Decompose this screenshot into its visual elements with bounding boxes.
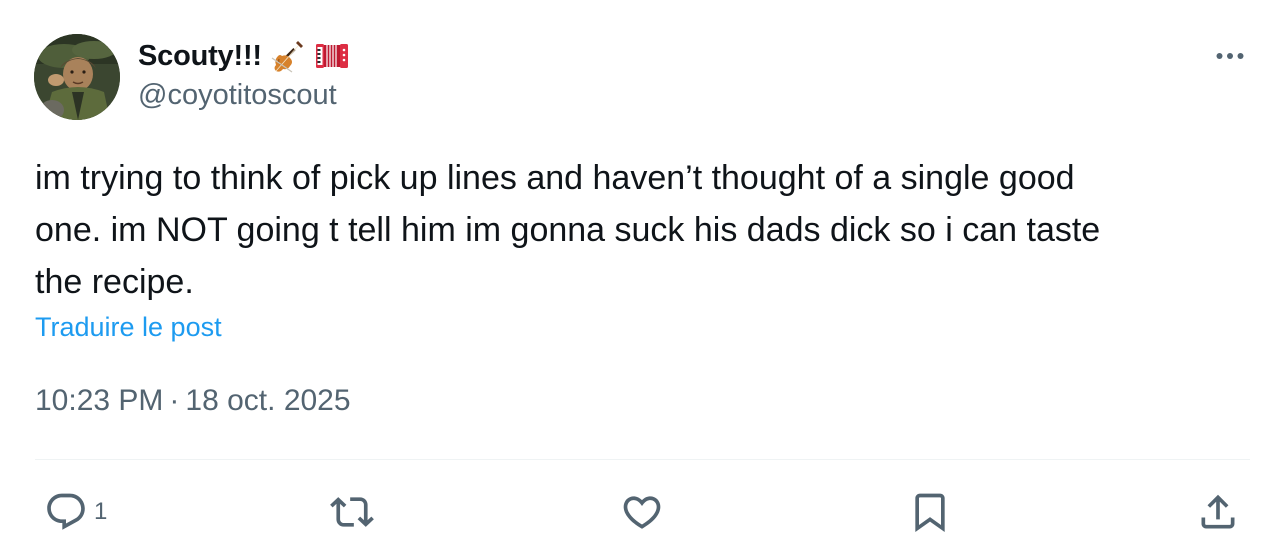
bookmark-button[interactable] bbox=[908, 488, 952, 536]
more-icon bbox=[1216, 53, 1244, 59]
reply-count: 1 bbox=[94, 498, 108, 525]
bookmark-icon bbox=[915, 493, 945, 533]
tweet-time[interactable]: 10:23 PM bbox=[35, 384, 163, 418]
share-icon bbox=[1201, 494, 1235, 529]
like-button[interactable] bbox=[620, 488, 664, 536]
display-name[interactable]: Scouty!!! bbox=[138, 40, 262, 73]
translate-link[interactable]: Traduire le post bbox=[35, 312, 222, 343]
more-options-button[interactable] bbox=[1206, 38, 1254, 74]
display-name-row[interactable]: Scouty!!! bbox=[138, 36, 350, 76]
reply-button[interactable]: 1 bbox=[44, 488, 107, 536]
divider bbox=[35, 459, 1250, 460]
timestamp[interactable]: 10:23 PM · 18 oct. 2025 bbox=[35, 384, 351, 418]
tweet-date[interactable]: 18 oct. 2025 bbox=[185, 384, 350, 418]
retweet-button[interactable] bbox=[330, 488, 374, 536]
timestamp-separator: · bbox=[169, 384, 180, 417]
share-button[interactable] bbox=[1196, 488, 1240, 536]
retweet-icon bbox=[330, 497, 374, 527]
reply-icon bbox=[47, 493, 85, 530]
accordion-icon bbox=[314, 38, 350, 74]
avatar[interactable] bbox=[34, 34, 120, 120]
like-icon bbox=[623, 496, 661, 529]
username-handle[interactable]: @coyotitoscout bbox=[138, 79, 337, 112]
tweet-text: im trying to think of pick up lines and … bbox=[35, 159, 1101, 301]
avatar-image bbox=[34, 34, 120, 120]
violin-icon bbox=[270, 38, 306, 74]
tweet-card: Scouty!!! @coyotitoscout im trying to th… bbox=[0, 0, 1284, 560]
